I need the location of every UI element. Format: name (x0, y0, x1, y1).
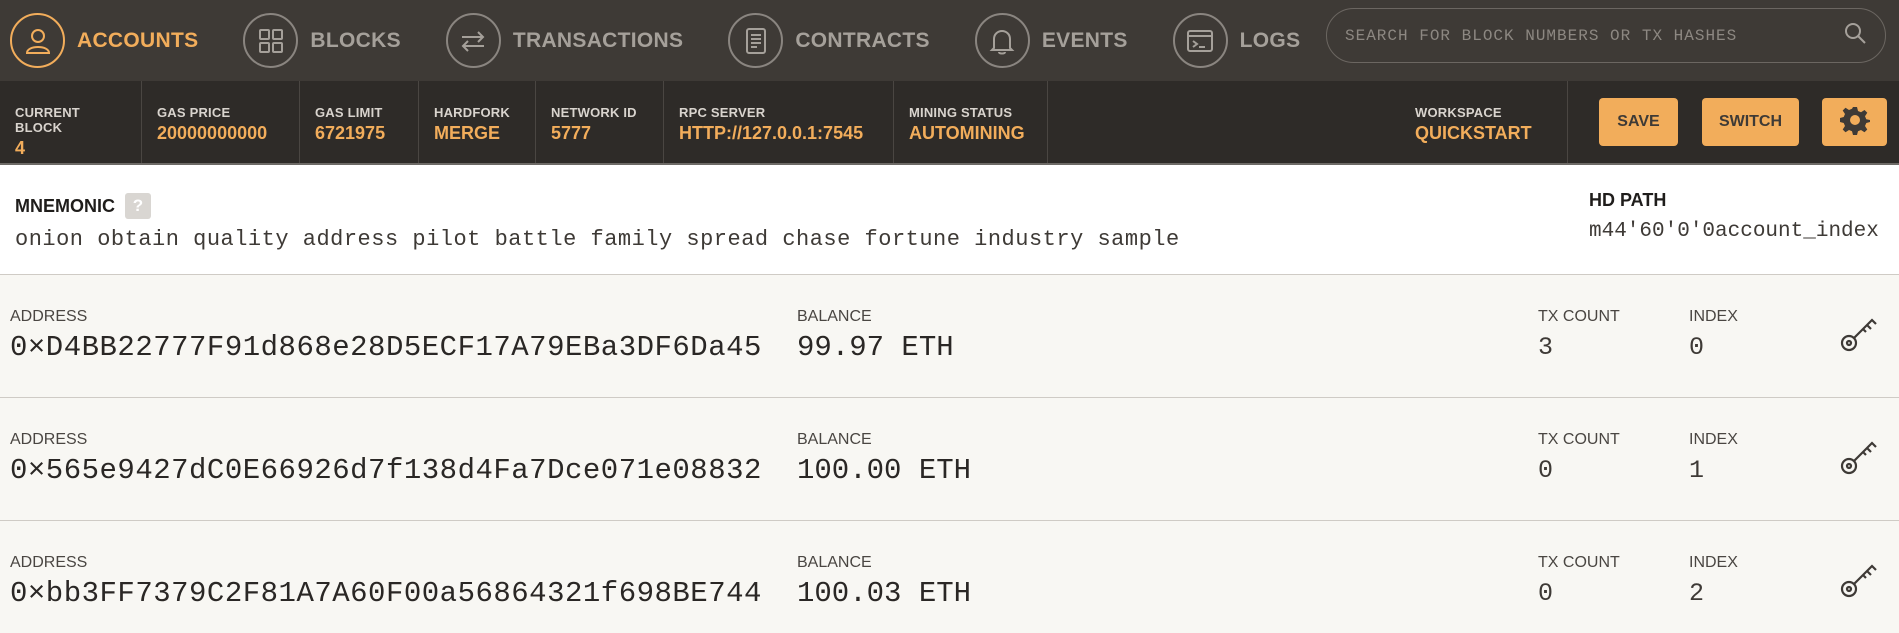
search-input[interactable] (1345, 26, 1843, 45)
index-label: INDEX (1689, 308, 1738, 325)
gas-limit-label: GAS LIMIT (315, 105, 383, 120)
rpc-server-value: HTTP://127.0.0.1:7545 (679, 123, 864, 143)
tx-count-label: TX COUNT (1538, 554, 1620, 571)
stat-network-id: NETWORK ID 5777 (536, 81, 664, 163)
gas-price-value: 20000000000 (157, 123, 268, 143)
search-icon[interactable] (1843, 21, 1867, 50)
document-icon (728, 13, 784, 68)
nav-blocks[interactable]: BLOCKS (233, 0, 401, 81)
swap-arrows-icon (445, 13, 501, 68)
index-value: 1 (1689, 456, 1705, 485)
stat-hardfork: HARDFORK MERGE (419, 81, 536, 163)
network-id-value: 5777 (551, 123, 592, 143)
help-icon[interactable]: ? (125, 193, 151, 219)
account-balance: 100.00 ETH (797, 454, 972, 487)
stat-rpc-server: RPC SERVER HTTP://127.0.0.1:7545 (664, 81, 894, 163)
address-label: ADDRESS (10, 554, 88, 571)
gas-price-label: GAS PRICE (157, 105, 231, 120)
hardfork-label: HARDFORK (434, 105, 510, 120)
stat-mining-status: MINING STATUS AUTOMINING (894, 81, 1048, 163)
nav-contracts[interactable]: CONTRACTS (718, 0, 930, 81)
hd-path-value: m44'60'0'0account_index (1589, 220, 1879, 243)
nav-contracts-label: CONTRACTS (795, 28, 930, 52)
stat-current-block: CURRENT BLOCK 4 (0, 81, 142, 163)
stat-gas-limit: GAS LIMIT 6721975 (300, 81, 419, 163)
account-row: ADDRESS 0×bb3FF7379C2F81A7A60F00a5686432… (0, 521, 1899, 633)
index-label: INDEX (1689, 431, 1738, 448)
current-block-label: CURRENT BLOCK (15, 105, 80, 135)
index-value: 0 (1689, 333, 1705, 362)
mnemonic-panel: MNEMONIC ? onion obtain quality address … (0, 165, 1899, 275)
balance-label: BALANCE (797, 308, 872, 325)
mnemonic-title: MNEMONIC ? (15, 193, 151, 219)
index-label: INDEX (1689, 554, 1738, 571)
nav-logs-label: LOGS (1239, 28, 1301, 52)
settings-button[interactable] (1822, 98, 1887, 146)
account-address: 0×565e9427dC0E66926d7f138d4Fa7Dce071e088… (10, 454, 762, 487)
account-balance: 99.97 ETH (797, 331, 954, 364)
nav-transactions-label: TRANSACTIONS (512, 28, 684, 52)
nav-accounts-label: ACCOUNTS (77, 28, 199, 52)
tx-count-label: TX COUNT (1538, 431, 1620, 448)
network-id-label: NETWORK ID (551, 105, 637, 120)
nav-accounts[interactable]: ACCOUNTS (0, 0, 198, 81)
account-address: 0×bb3FF7379C2F81A7A60F00a56864321f698BE7… (10, 577, 762, 610)
tx-count-value: 0 (1538, 456, 1554, 485)
nav-events[interactable]: EVENTS (965, 0, 1128, 81)
mnemonic-label: MNEMONIC (15, 195, 115, 216)
nav-transactions[interactable]: TRANSACTIONS (436, 0, 683, 81)
grid-icon (243, 13, 299, 68)
current-block-value: 4 (15, 138, 26, 158)
key-icon[interactable] (1836, 311, 1882, 357)
account-row: ADDRESS 0×565e9427dC0E66926d7f138d4Fa7Dc… (0, 398, 1899, 521)
rpc-server-label: RPC SERVER (679, 105, 766, 120)
tx-count-label: TX COUNT (1538, 308, 1620, 325)
accounts-list: ADDRESS 0×D4BB22777F91d868e28D5ECF17A79E… (0, 275, 1899, 633)
address-label: ADDRESS (10, 431, 88, 448)
account-row: ADDRESS 0×D4BB22777F91d868e28D5ECF17A79E… (0, 275, 1899, 398)
bell-icon (974, 13, 1030, 68)
gear-icon (1839, 105, 1870, 140)
switch-button[interactable]: SWITCH (1702, 98, 1799, 146)
key-icon[interactable] (1836, 557, 1882, 603)
save-button[interactable]: SAVE (1599, 98, 1678, 146)
mining-status-value: AUTOMINING (909, 123, 1025, 143)
tx-count-value: 0 (1538, 579, 1554, 608)
account-balance: 100.03 ETH (797, 577, 972, 610)
key-icon[interactable] (1836, 434, 1882, 480)
balance-label: BALANCE (797, 431, 872, 448)
top-nav: ACCOUNTS BLOCKS TRANSACTIONS CONTRACTS E… (0, 0, 1899, 81)
address-label: ADDRESS (10, 308, 88, 325)
hardfork-value: MERGE (434, 123, 501, 143)
user-icon (10, 13, 65, 68)
status-bar: CURRENT BLOCK 4 GAS PRICE 20000000000 GA… (0, 81, 1899, 165)
gas-limit-value: 6721975 (315, 123, 386, 143)
tx-count-value: 3 (1538, 333, 1554, 362)
search-box (1326, 8, 1886, 63)
mining-status-label: MINING STATUS (909, 105, 1013, 120)
mnemonic-words: onion obtain quality address pilot battl… (15, 227, 1180, 252)
stat-workspace: WORKSPACE QUICKSTART (1400, 81, 1568, 163)
balance-label: BALANCE (797, 554, 872, 571)
terminal-icon (1172, 13, 1228, 68)
workspace-label: WORKSPACE (1415, 105, 1502, 120)
nav-events-label: EVENTS (1041, 28, 1128, 52)
hd-path-label: HD PATH (1589, 190, 1667, 210)
stat-gas-price: GAS PRICE 20000000000 (142, 81, 300, 163)
nav-logs[interactable]: LOGS (1163, 0, 1301, 81)
workspace-value: QUICKSTART (1415, 123, 1532, 143)
index-value: 2 (1689, 579, 1705, 608)
account-address: 0×D4BB22777F91d868e28D5ECF17A79EBa3DF6Da… (10, 331, 762, 364)
nav-blocks-label: BLOCKS (310, 28, 401, 52)
